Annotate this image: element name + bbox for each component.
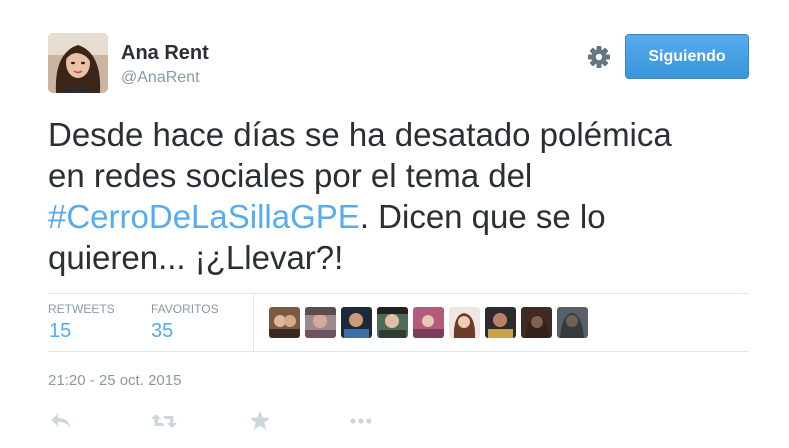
tweet-card: Ana Rent @AnaRent Siguiendo Desde hace d… — [0, 0, 789, 448]
favorites-count[interactable]: 35 — [151, 319, 173, 343]
divider-top — [48, 293, 749, 294]
tweet-text-line4: quieren... ¡¿Llevar?! — [48, 239, 344, 276]
favoriter-avatar[interactable] — [341, 307, 372, 338]
favorites-label[interactable]: FAVORITOS — [151, 302, 219, 316]
tweet-timestamp[interactable]: 21:20 - 25 oct. 2015 — [48, 372, 181, 390]
favoriter-avatar[interactable] — [521, 307, 552, 338]
retweets-count[interactable]: 15 — [49, 319, 71, 343]
tweet-text-line3: . Dicen que se lo — [359, 198, 606, 235]
retweet-icon[interactable] — [150, 410, 178, 432]
hashtag-link[interactable]: #CerroDeLaSillaGPE — [48, 198, 360, 235]
following-button[interactable]: Siguiendo — [625, 34, 749, 79]
tweet-text: Desde hace días se ha desatado polémica … — [48, 114, 748, 278]
stats-separator — [253, 294, 254, 351]
favoriter-avatar[interactable] — [449, 307, 480, 338]
tweet-text-line1: Desde hace días se ha desatado polémica — [48, 116, 672, 153]
reply-icon[interactable] — [49, 410, 73, 432]
gear-icon[interactable] — [585, 43, 613, 71]
star-icon[interactable] — [249, 410, 273, 432]
favoriter-avatar[interactable] — [269, 307, 300, 338]
divider-bottom — [48, 351, 749, 352]
favoriter-avatar[interactable] — [413, 307, 444, 338]
favoriter-avatar[interactable] — [305, 307, 336, 338]
favoriter-avatar[interactable] — [485, 307, 516, 338]
user-handle[interactable]: @AnaRent — [121, 68, 200, 88]
user-name[interactable]: Ana Rent — [121, 41, 209, 65]
favoriter-avatar[interactable] — [377, 307, 408, 338]
favoriter-avatar[interactable] — [557, 307, 588, 338]
tweet-text-line2: en redes sociales por el tema del — [48, 157, 533, 194]
retweets-label[interactable]: RETWEETS — [48, 302, 115, 316]
more-icon[interactable] — [350, 410, 374, 432]
user-avatar[interactable] — [48, 33, 108, 93]
